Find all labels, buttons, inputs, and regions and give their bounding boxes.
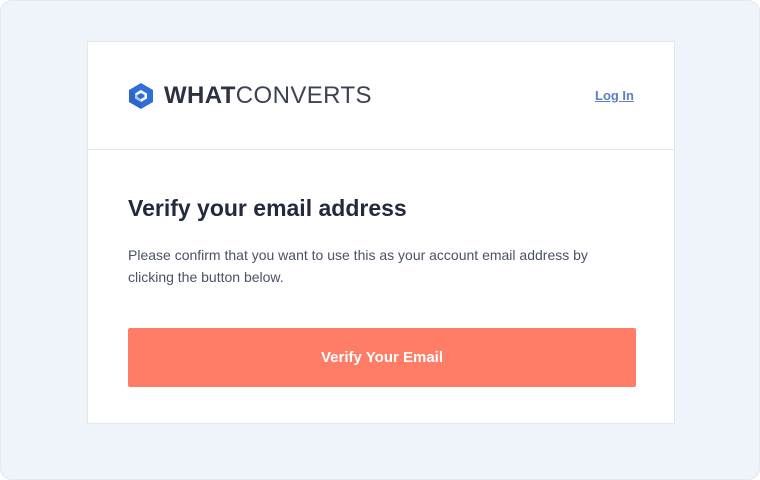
login-link[interactable]: Log In (595, 88, 634, 103)
brand-wordmark-bold: WHAT (164, 81, 236, 109)
email-header: WHATCONVERTS Log In (88, 42, 674, 150)
email-frame: WHATCONVERTS Log In Verify your email ad… (0, 0, 760, 480)
whatconverts-logo-icon (129, 82, 153, 109)
verification-message: Please confirm that you want to use this… (128, 247, 588, 285)
email-card: WHATCONVERTS Log In Verify your email ad… (87, 41, 675, 424)
brand-wordmark-light: CONVERTS (235, 81, 372, 109)
verify-email-button[interactable]: Verify Your Email (128, 328, 636, 387)
email-body: Verify your email address Please confirm… (88, 150, 674, 387)
brand-logo: WHATCONVERTS (128, 82, 372, 110)
brand-wordmark: WHATCONVERTS (164, 81, 372, 109)
page-title: Verify your email address (128, 195, 407, 221)
